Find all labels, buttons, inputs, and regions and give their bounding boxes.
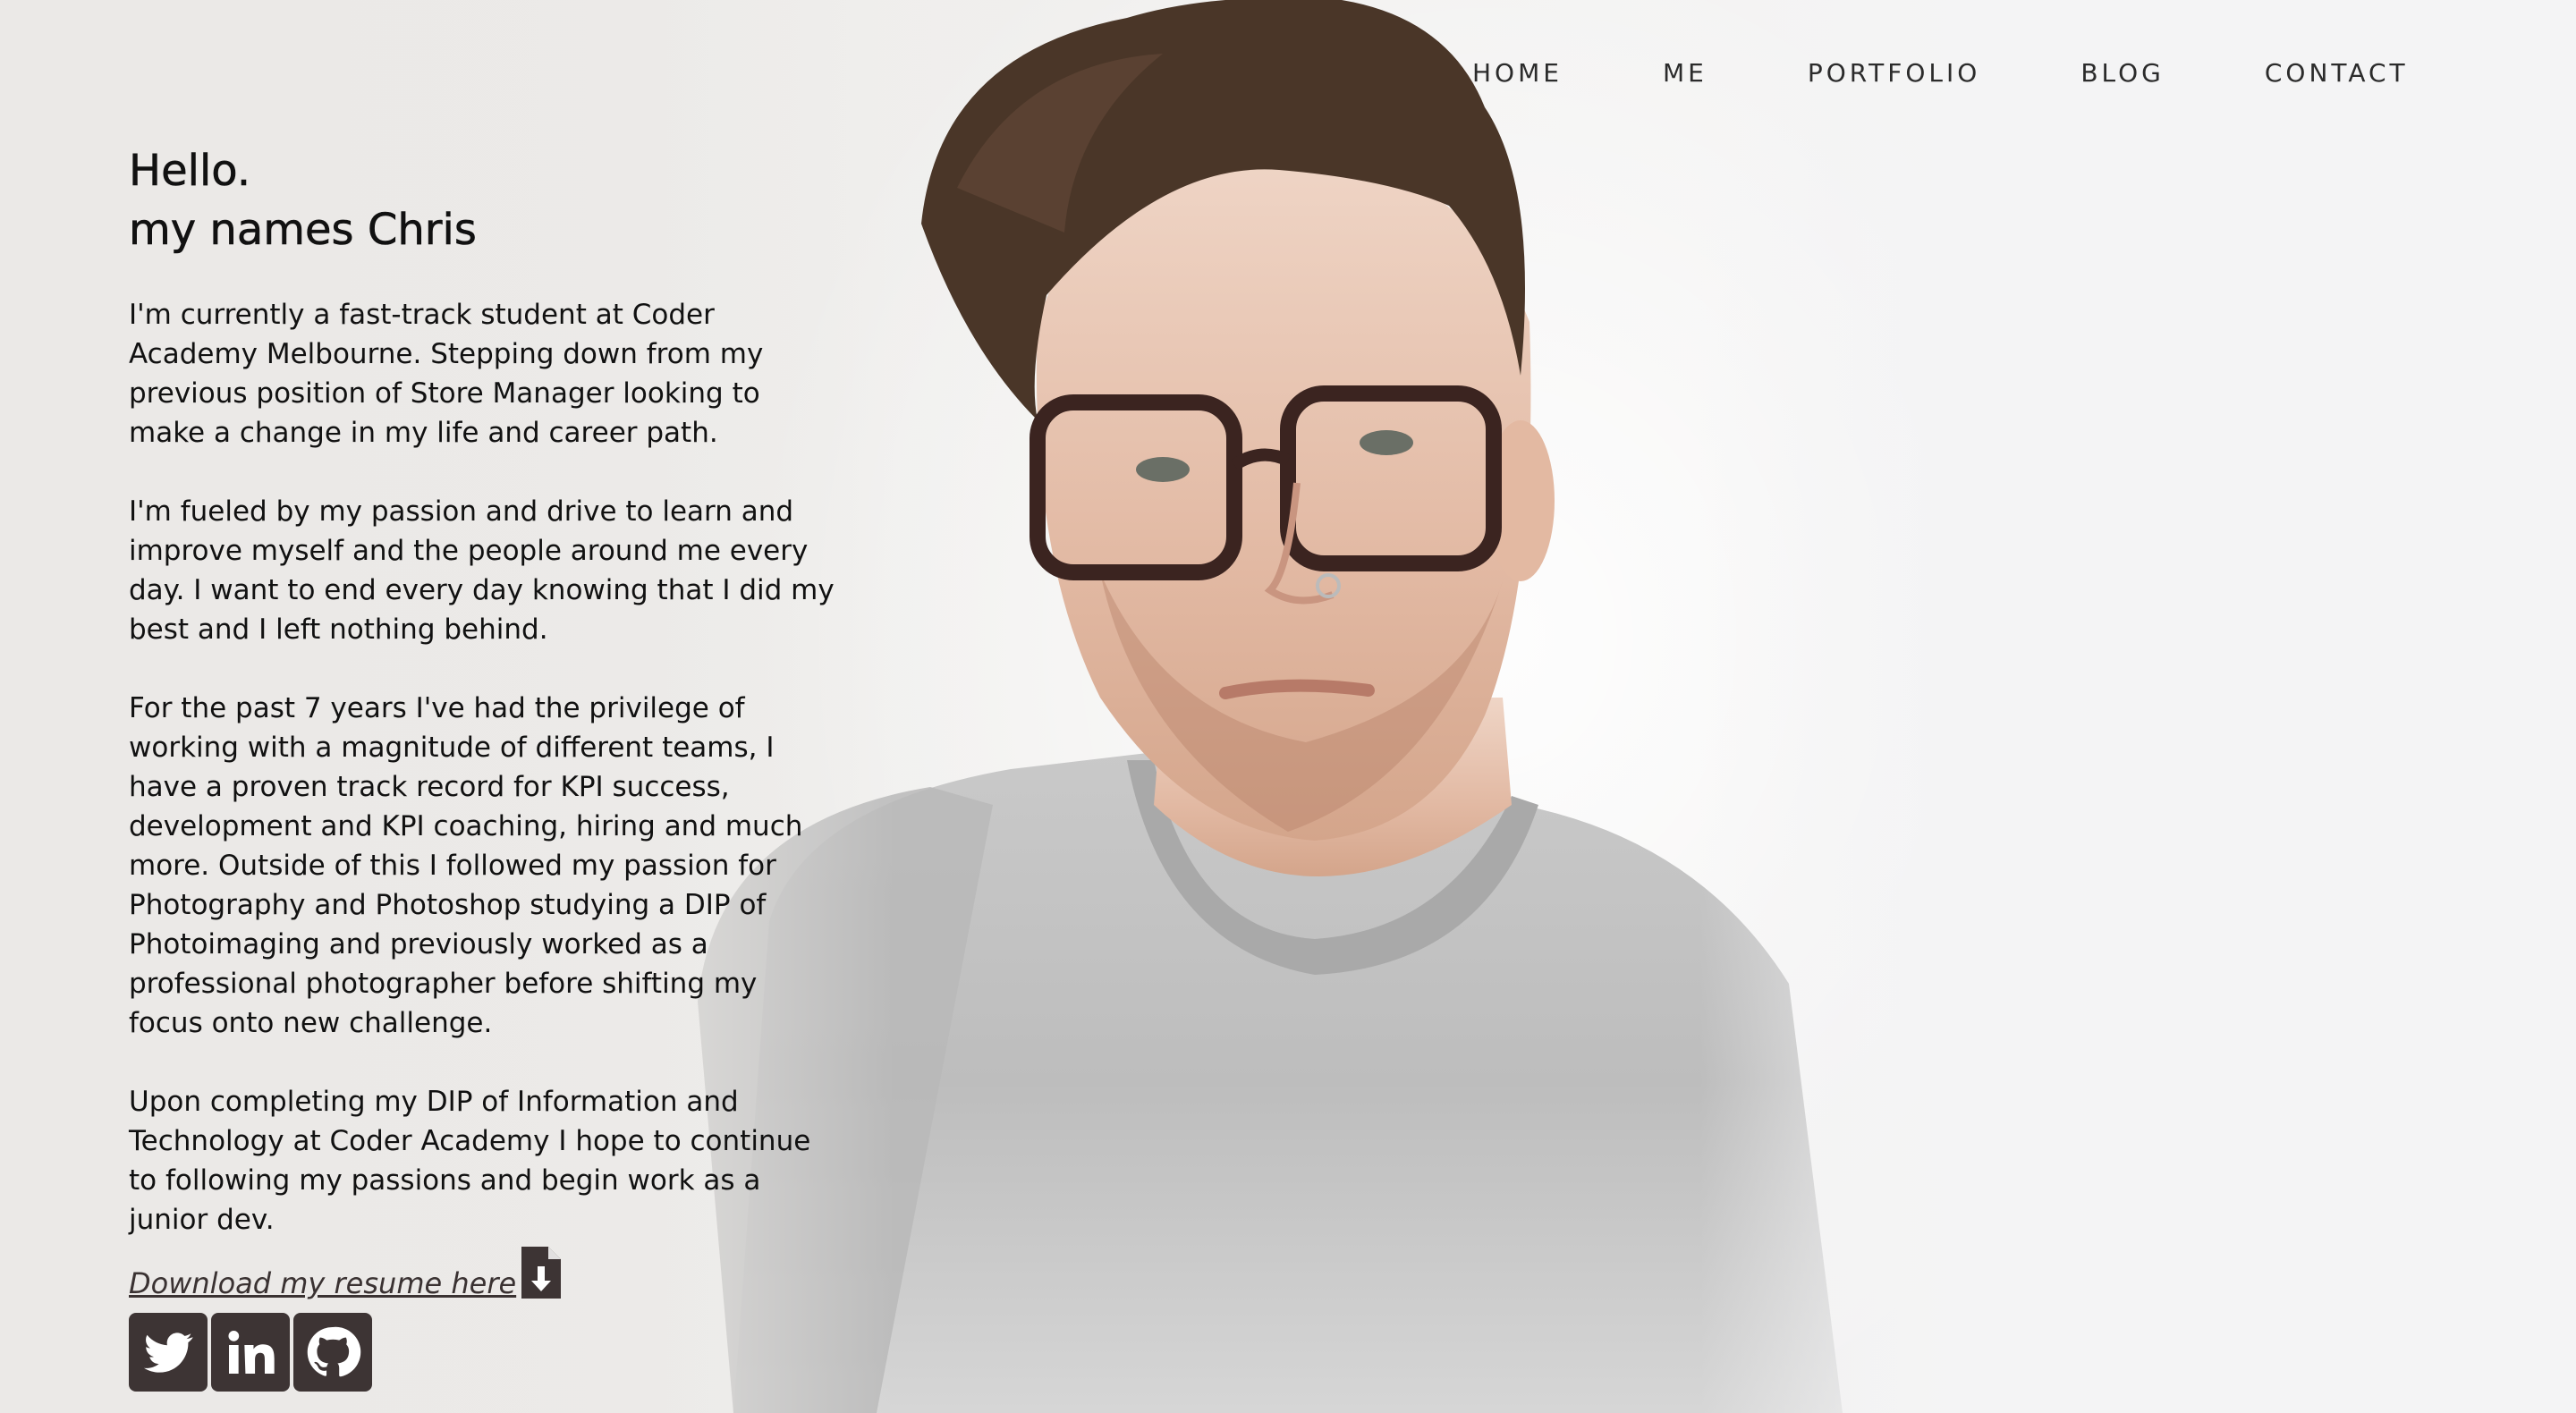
nav-contact-link[interactable]: CONTACT (2265, 55, 2409, 91)
name-heading: my names Chris (129, 205, 477, 256)
linkedin-icon (222, 1324, 279, 1381)
resume-link-label: Download my resume here (129, 1266, 517, 1300)
page: HOME ME PORTFOLIO BLOG CONTACT Hello. my… (0, 0, 2576, 1413)
main-nav: HOME ME PORTFOLIO BLOG CONTACT (1472, 55, 2409, 91)
twitter-icon (140, 1324, 197, 1381)
greeting-heading: Hello. (129, 146, 251, 197)
file-download-icon (520, 1245, 563, 1300)
bio-paragraph: For the past 7 years I've had the privil… (129, 692, 803, 1039)
resume-download-link[interactable]: Download my resume here (129, 1245, 563, 1300)
bio-paragraph: Upon completing my DIP of Information an… (129, 1086, 811, 1236)
nav-home-link[interactable]: HOME (1472, 55, 1563, 91)
bio-paragraph: I'm fueled by my passion and drive to le… (129, 495, 835, 646)
nav-me-link[interactable]: ME (1663, 55, 1707, 91)
github-link[interactable] (293, 1313, 372, 1392)
social-links (129, 1313, 372, 1392)
intro-section: Hello. my names Chris I'm currently a fa… (129, 141, 835, 1300)
bio-paragraph: I'm currently a fast-track student at Co… (129, 299, 764, 449)
twitter-link[interactable] (129, 1313, 208, 1392)
nav-blog-link[interactable]: BLOG (2080, 55, 2165, 91)
github-icon (304, 1324, 361, 1381)
nav-portfolio-link[interactable]: PORTFOLIO (1808, 55, 1981, 91)
linkedin-link[interactable] (211, 1313, 290, 1392)
